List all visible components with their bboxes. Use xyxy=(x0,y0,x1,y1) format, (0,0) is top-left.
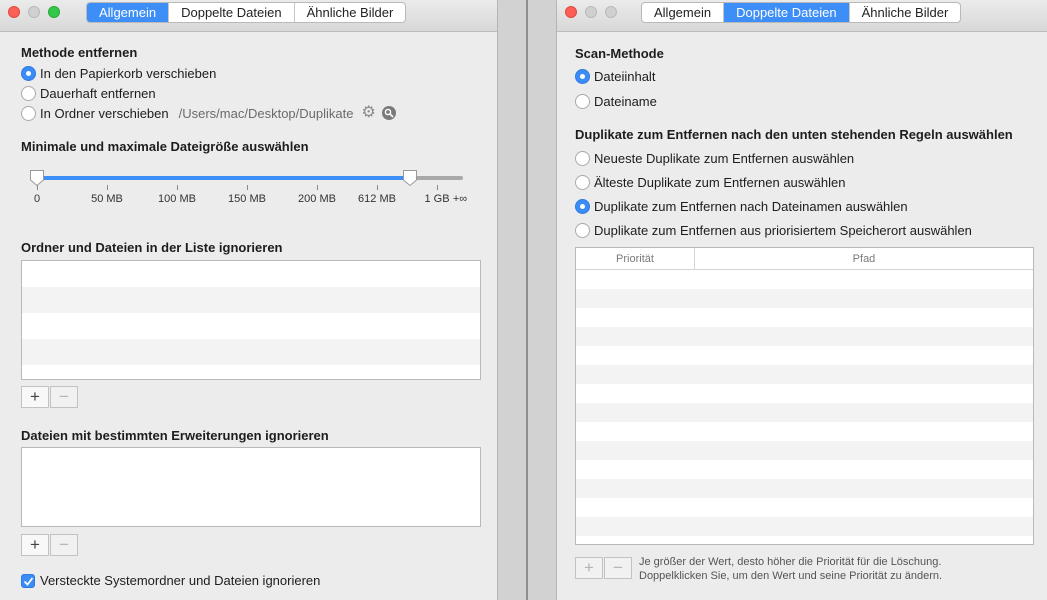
slider-tick xyxy=(177,185,178,190)
remove-folder-button[interactable]: − xyxy=(50,386,78,408)
list-row xyxy=(22,287,480,313)
slider-range-fill xyxy=(37,176,410,180)
tab-similar-images[interactable]: Ähnliche Bilder xyxy=(850,3,961,22)
radio-label: Älteste Duplikate zum Entfernen auswähle… xyxy=(594,174,846,190)
remove-extension-button[interactable]: − xyxy=(50,534,78,556)
radio-button[interactable] xyxy=(575,68,590,84)
radio-button[interactable] xyxy=(575,222,590,238)
close-window-button[interactable] xyxy=(565,6,577,18)
radio-button[interactable] xyxy=(575,198,590,214)
radio-label: Duplikate zum Entfernen aus priorisierte… xyxy=(594,222,972,238)
preferences-window-duplicates: Allgemein Doppelte Dateien Ähnliche Bild… xyxy=(556,0,1047,600)
ignore-folders-heading: Ordner und Dateien in der Liste ignorier… xyxy=(21,240,283,255)
zoom-window-button[interactable] xyxy=(605,6,617,18)
rules-heading: Duplikate zum Entfernen nach den unten s… xyxy=(575,127,1013,142)
slider-tick xyxy=(247,185,248,190)
title-bar: Allgemein Doppelte Dateien Ähnliche Bild… xyxy=(557,0,1047,32)
slider-tick xyxy=(377,185,378,190)
add-location-button[interactable]: + xyxy=(575,557,603,579)
slider-tick-label: +∞ xyxy=(452,193,468,205)
priority-hint-line-2: Doppelklicken Sie, um den Wert und seine… xyxy=(639,570,943,582)
remove-location-button[interactable]: − xyxy=(604,557,632,579)
column-header-priority[interactable]: Priorität xyxy=(576,248,695,269)
minimize-window-button[interactable] xyxy=(585,6,597,18)
add-extension-button[interactable]: + xyxy=(21,534,49,556)
radio-file-name[interactable]: Dateiname xyxy=(575,92,657,110)
radio-button[interactable] xyxy=(575,150,590,166)
slider-tick xyxy=(437,185,438,190)
table-row xyxy=(576,270,1033,289)
slider-tick-label: 100 MB xyxy=(158,193,196,205)
preferences-tabs: Allgemein Doppelte Dateien Ähnliche Bild… xyxy=(641,2,962,23)
ignore-hidden-checkbox[interactable] xyxy=(21,573,35,588)
slider-tick-label: 612 MB xyxy=(358,193,396,205)
file-size-slider[interactable]: 0 50 MB 100 MB 150 MB 200 MB 612 MB 1 GB +∞ xyxy=(0,0,497,220)
table-row xyxy=(576,517,1033,536)
radio-button[interactable] xyxy=(575,93,590,109)
ignore-folders-list[interactable] xyxy=(21,260,481,380)
scan-method-heading: Scan-Methode xyxy=(575,46,664,61)
slider-tick xyxy=(107,185,108,190)
slider-tick-label: 0 xyxy=(33,193,41,205)
radio-by-priority-location[interactable]: Duplikate zum Entfernen aus priorisierte… xyxy=(575,221,972,239)
table-row xyxy=(576,384,1033,403)
priority-table[interactable]: Priorität Pfad xyxy=(575,247,1034,545)
slider-tick xyxy=(317,185,318,190)
radio-button[interactable] xyxy=(575,174,590,190)
ignore-extensions-list[interactable] xyxy=(21,447,481,527)
radio-newest-duplicates[interactable]: Neueste Duplikate zum Entfernen auswähle… xyxy=(575,149,854,167)
slider-max-thumb[interactable] xyxy=(402,169,418,187)
slider-tick-label: 50 MB xyxy=(91,193,123,205)
table-row xyxy=(576,346,1033,365)
table-row xyxy=(576,308,1033,327)
ignore-extensions-buttons: + − xyxy=(21,534,79,556)
list-row xyxy=(22,261,480,287)
table-row xyxy=(576,441,1033,460)
list-row xyxy=(22,339,480,365)
slider-tick xyxy=(37,185,38,190)
table-row xyxy=(576,327,1033,346)
radio-label: Neueste Duplikate zum Entfernen auswähle… xyxy=(594,150,855,166)
table-row xyxy=(576,403,1033,422)
add-folder-button[interactable]: + xyxy=(21,386,49,408)
priority-table-buttons: + − xyxy=(575,557,633,579)
list-row xyxy=(22,313,480,339)
table-row xyxy=(576,460,1033,479)
radio-label: Dateiname xyxy=(594,93,657,109)
checkbox-label: Versteckte Systemordner und Dateien igno… xyxy=(40,573,321,588)
slider-tick-label: 150 MB xyxy=(228,193,266,205)
radio-label: Duplikate zum Entfernen nach Dateinamen … xyxy=(594,198,908,214)
radio-oldest-duplicates[interactable]: Älteste Duplikate zum Entfernen auswähle… xyxy=(575,173,845,191)
preferences-window-general: Allgemein Doppelte Dateien Ähnliche Bild… xyxy=(0,0,498,600)
table-row xyxy=(576,289,1033,308)
window-gap xyxy=(498,0,556,600)
table-row xyxy=(576,498,1033,517)
radio-label: Dateiinhalt xyxy=(594,68,656,84)
column-header-path[interactable]: Pfad xyxy=(695,248,1033,269)
slider-tick-label: 1 GB xyxy=(424,193,450,205)
list-row xyxy=(22,365,480,379)
ignore-extensions-heading: Dateien mit bestimmten Erweiterungen ign… xyxy=(21,428,329,443)
tab-duplicate-files[interactable]: Doppelte Dateien xyxy=(724,3,850,22)
slider-tick-label: 200 MB xyxy=(298,193,336,205)
radio-file-content[interactable]: Dateiinhalt xyxy=(575,67,655,85)
table-body xyxy=(576,270,1033,536)
tab-general[interactable]: Allgemein xyxy=(642,3,725,22)
table-row xyxy=(576,479,1033,498)
ignore-folders-buttons: + − xyxy=(21,386,79,408)
table-row xyxy=(576,365,1033,384)
priority-hint-line-1: Je größer der Wert, desto höher die Prio… xyxy=(639,556,942,568)
radio-by-filename[interactable]: Duplikate zum Entfernen nach Dateinamen … xyxy=(575,197,908,215)
table-row xyxy=(576,422,1033,441)
table-header: Priorität Pfad xyxy=(576,248,1033,270)
checkmark-icon xyxy=(23,576,34,586)
ignore-hidden-checkbox-row[interactable]: Versteckte Systemordner und Dateien igno… xyxy=(21,573,320,588)
